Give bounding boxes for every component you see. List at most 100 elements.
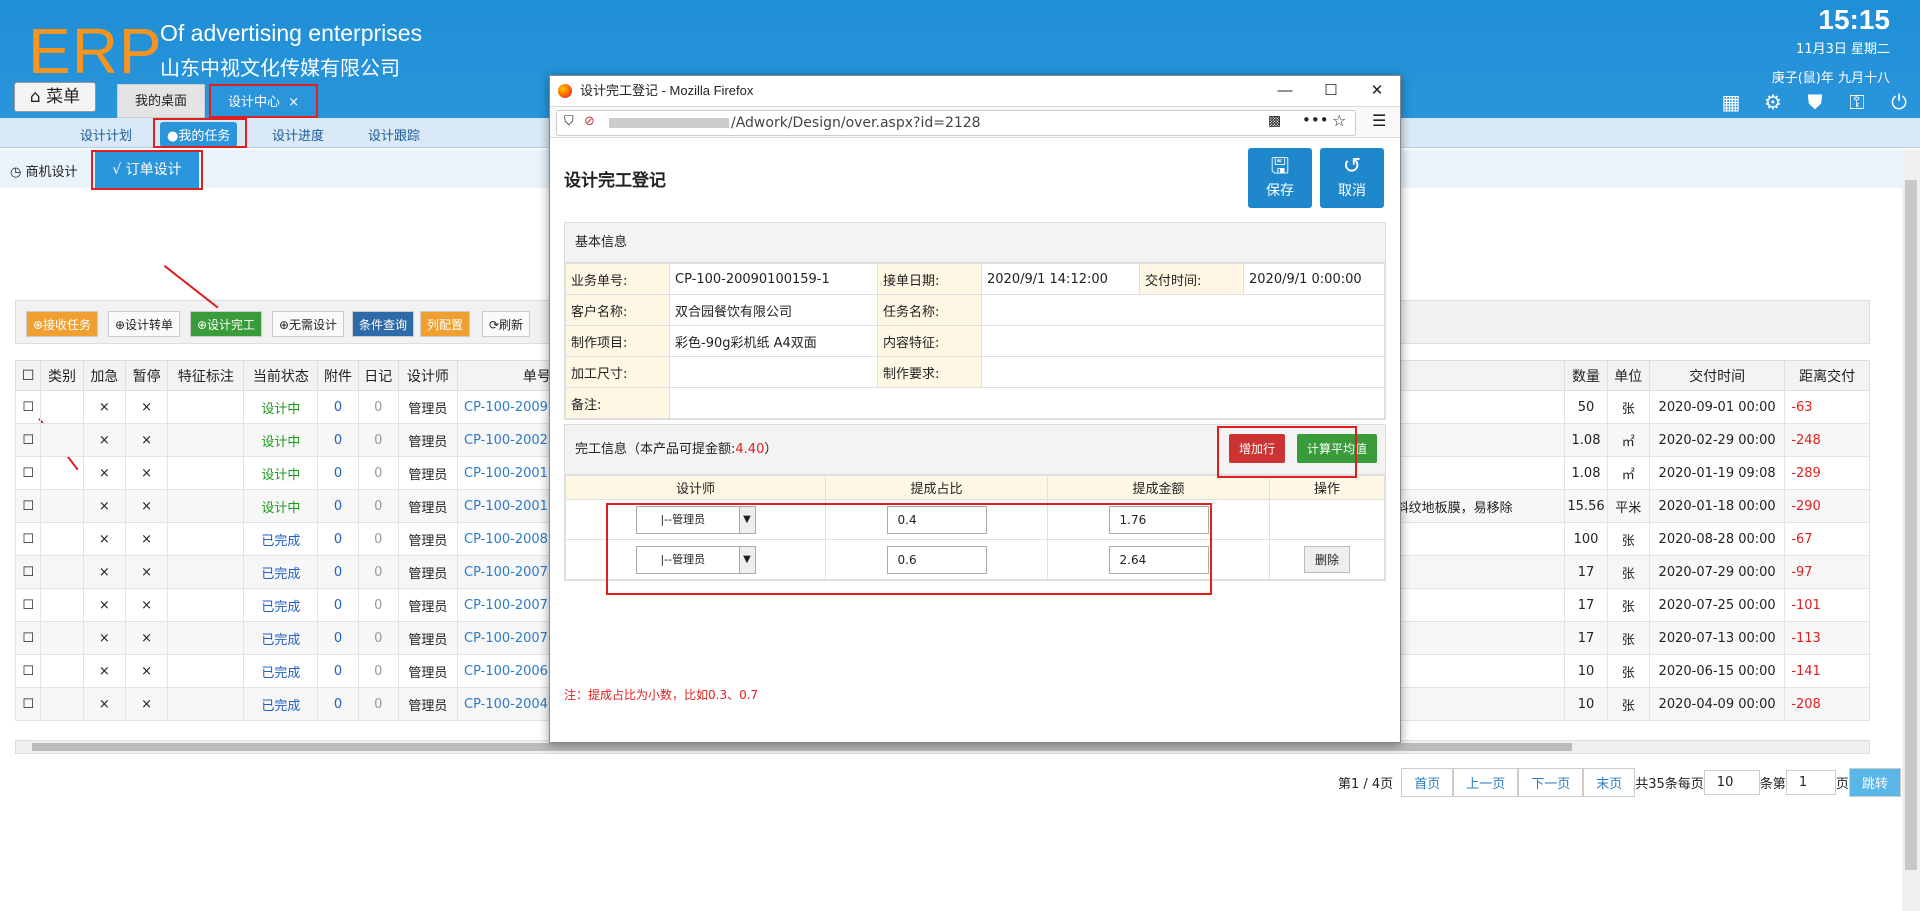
table-cell: ×	[82, 654, 126, 688]
column-config-button[interactable]: 列配置	[420, 311, 471, 337]
subnav-design-plan[interactable]: 设计计划	[80, 125, 132, 144]
table-cell: ×	[82, 423, 126, 457]
minimize-icon[interactable]: —	[1262, 76, 1308, 106]
menu-button[interactable]: ⌂ 菜单	[14, 82, 96, 112]
no-design-button[interactable]: ⊕无需设计	[272, 311, 345, 337]
page-size-select[interactable]: 10	[1703, 770, 1760, 795]
row-checkbox[interactable]: ☐	[14, 555, 42, 589]
page-info: 第1 / 4页	[1338, 777, 1394, 792]
table-cell: ㎡	[1606, 456, 1650, 490]
close-icon[interactable]: ×	[288, 95, 299, 110]
subnav-design-progress[interactable]: 设计进度	[272, 125, 324, 144]
table-cell: 0	[357, 588, 399, 622]
col-header: 距离交付	[1784, 360, 1870, 391]
order-date-value: 2020/9/1 14:12:00	[981, 263, 1140, 295]
table-cell: 设计中	[243, 456, 319, 490]
save-button[interactable]: 🖫 保存	[1248, 148, 1312, 208]
qr-icon[interactable]: ▩	[1268, 113, 1281, 129]
shirt-icon[interactable]: ⛊	[1804, 90, 1826, 114]
table-cell	[40, 588, 84, 622]
design-complete-button[interactable]: ⊕设计完工	[190, 311, 263, 337]
last-page-button[interactable]: 末页	[1583, 768, 1636, 797]
address-field[interactable]: /Adwork/Design/over.aspx?id=2128	[556, 110, 1356, 136]
table-cell: 0	[317, 522, 359, 556]
tab-desktop[interactable]: 我的桌面	[117, 84, 206, 118]
close-window-icon[interactable]: ✕	[1354, 76, 1400, 106]
row-checkbox[interactable]: ☐	[14, 588, 42, 622]
table-cell: 设计中	[243, 423, 319, 457]
table-cell: 2020-07-29 00:00	[1648, 555, 1786, 589]
select-all-checkbox[interactable]: ☐	[14, 360, 42, 391]
row-checkbox[interactable]: ☐	[14, 456, 42, 490]
receive-task-button[interactable]: ⊕接收任务	[26, 311, 99, 337]
label: 客户名称:	[565, 294, 670, 326]
refresh-button[interactable]: ⟳刷新	[482, 311, 531, 337]
table-cell: 平米	[1606, 489, 1650, 523]
apps-icon[interactable]: ▦	[1720, 90, 1742, 114]
table-cell	[167, 456, 245, 490]
row-checkbox[interactable]: ☐	[14, 489, 42, 523]
row-checkbox[interactable]: ☐	[14, 621, 42, 655]
table-cell: 2020-08-28 00:00	[1648, 522, 1786, 556]
table-cell: -290	[1784, 489, 1870, 523]
prev-page-button[interactable]: 上一页	[1453, 768, 1519, 797]
customer-value: 双合园餐饮有限公司	[669, 294, 878, 326]
col-header: 单位	[1606, 360, 1650, 391]
star-icon[interactable]: ☆	[1332, 111, 1346, 130]
table-cell: -141	[1784, 654, 1870, 688]
highlight-box	[153, 118, 247, 148]
table-cell: 0	[317, 654, 359, 688]
task-name-value	[981, 294, 1385, 326]
table-cell: 0	[317, 456, 359, 490]
go-button[interactable]: 跳转	[1848, 768, 1901, 797]
row-checkbox[interactable]: ☐	[14, 687, 42, 721]
table-cell: ×	[124, 522, 169, 556]
table-cell: ×	[124, 588, 169, 622]
url-path: /Adwork/Design/over.aspx?id=2128	[731, 115, 981, 131]
insecure-lock-icon[interactable]: ⊘	[584, 114, 595, 129]
table-cell	[167, 621, 245, 655]
table-cell: ×	[124, 621, 169, 655]
row-checkbox[interactable]: ☐	[14, 522, 42, 556]
row-checkbox[interactable]: ☐	[14, 654, 42, 688]
finish-info-title: 完工信息（本产品可提金额:	[575, 442, 736, 457]
delete-row-button[interactable]: 删除	[1303, 546, 1350, 573]
remark-value	[669, 387, 1385, 419]
table-cell	[40, 621, 84, 655]
first-page-button[interactable]: 首页	[1401, 768, 1454, 797]
clock: 15:15 11月3日 星期二 庚子(鼠)年 九月十八	[1772, 4, 1890, 86]
table-cell: 2020-02-29 00:00	[1648, 423, 1786, 457]
tab-opportunity-design[interactable]: ◷ 商机设计	[10, 161, 77, 180]
col-header: 数量	[1564, 360, 1608, 391]
table-cell: ×	[124, 423, 169, 457]
col-header: 设计师	[397, 360, 459, 391]
key-icon[interactable]: ⚿	[1846, 90, 1868, 114]
cancel-button[interactable]: ↺ 取消	[1320, 148, 1384, 208]
table-cell: ×	[82, 522, 126, 556]
page-input[interactable]: 1	[1785, 770, 1836, 795]
table-cell: 0	[357, 522, 399, 556]
url-bar: /Adwork/Design/over.aspx?id=2128 ⛉ ⊘ ▩ •…	[550, 106, 1400, 138]
more-icon[interactable]: •••	[1302, 111, 1329, 129]
total-label: 共35条每页	[1635, 777, 1704, 792]
transfer-design-button[interactable]: ⊕设计转单	[108, 311, 181, 337]
size-value	[669, 356, 878, 388]
vertical-scrollbar[interactable]	[1902, 150, 1920, 911]
label: 任务名称:	[877, 294, 982, 326]
row-checkbox[interactable]: ☐	[14, 390, 42, 424]
subnav-design-tracking[interactable]: 设计跟踪	[368, 125, 420, 144]
table-cell: 0	[317, 555, 359, 589]
shield-icon[interactable]: ⛉	[564, 114, 574, 129]
table-cell: 管理员	[397, 456, 459, 490]
gear-icon[interactable]: ⚙	[1762, 90, 1784, 114]
row-checkbox[interactable]: ☐	[14, 423, 42, 457]
query-button[interactable]: 条件查询	[352, 311, 415, 337]
hamburger-icon[interactable]: ☰	[1372, 111, 1386, 130]
power-icon[interactable]: ⏻	[1888, 90, 1910, 114]
maximize-icon[interactable]: ☐	[1308, 76, 1354, 106]
col-header: 提成占比	[825, 475, 1048, 500]
table-cell: 管理员	[397, 390, 459, 424]
tab-design-center[interactable]: 设计中心 ×	[209, 84, 319, 118]
table-cell: ×	[124, 687, 169, 721]
next-page-button[interactable]: 下一页	[1518, 768, 1584, 797]
